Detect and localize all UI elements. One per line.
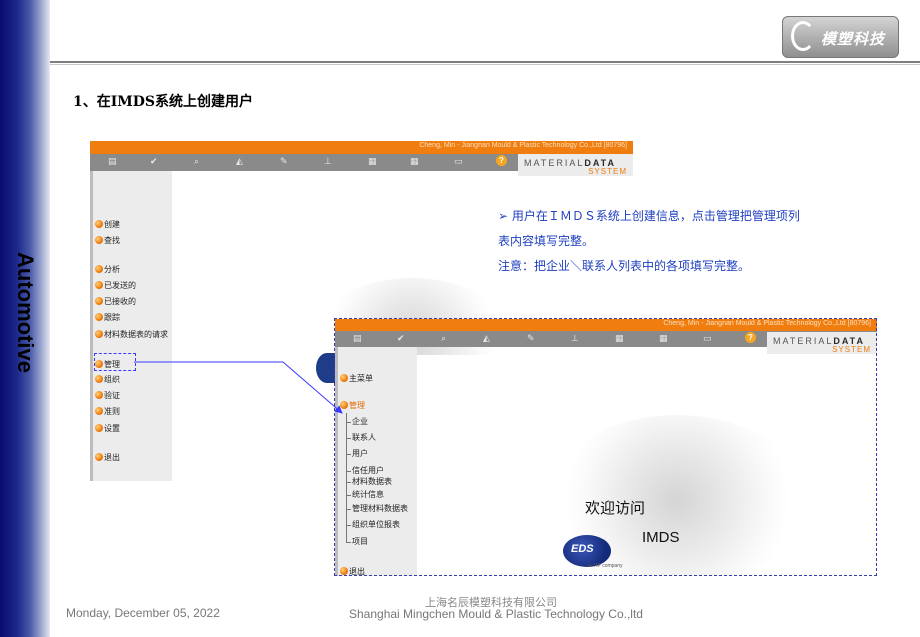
menu-item-rules[interactable]: 准则 — [95, 406, 120, 418]
brand-line2: SYSTEM — [588, 167, 627, 176]
copy-icon[interactable]: ▦ — [368, 156, 377, 168]
orange-bullet-icon — [95, 330, 103, 338]
orange-bullet-icon — [95, 375, 103, 383]
orange-bullet-icon — [95, 391, 103, 399]
logo-mark-icon — [791, 21, 815, 51]
orange-bullet-icon — [95, 407, 103, 415]
manage-highlight-box — [94, 353, 136, 371]
help-icon[interactable]: ? — [496, 155, 507, 166]
orange-bullet-icon — [95, 297, 103, 305]
note-line-1: ➢ 用户在ＩＭＤＳ系统上创建信息，点击管理把管理项列 — [498, 209, 800, 223]
menu-item-organize[interactable]: 组织 — [95, 374, 120, 386]
orange-bullet-icon — [95, 424, 103, 432]
search-icon[interactable]: ⌕ — [194, 156, 199, 168]
menu-item-settings[interactable]: 设置 — [95, 423, 120, 435]
side-label-text: Automotive — [13, 252, 38, 373]
user-info: Cheng, Min - Jiangnan Mould & Plastic Te… — [419, 142, 627, 149]
print-icon[interactable]: ▭ — [454, 156, 463, 168]
menu-item-create[interactable]: 创建 — [95, 219, 120, 231]
menu-item-find[interactable]: 查找 — [95, 235, 120, 247]
orange-bullet-icon — [95, 313, 103, 321]
left-menu-pane: 创建 查找 分析 已发送的 已接收的 跟踪 材料数据表的请求 管理 组织 验证 … — [90, 171, 172, 481]
edit-icon[interactable]: ✎ — [280, 156, 288, 168]
orange-bullet-icon — [95, 265, 103, 273]
orange-bullet-icon — [95, 281, 103, 289]
menu-item-mds-request[interactable]: 材料数据表的请求 — [95, 329, 168, 341]
header-divider — [50, 61, 920, 63]
home-icon[interactable]: ▤ — [108, 156, 117, 168]
orange-bullet-icon — [95, 220, 103, 228]
orange-bullet-icon — [95, 236, 103, 244]
slide-title: 1、在IMDS系统上创建用户 — [73, 94, 254, 110]
company-logo: 模塑科技 — [782, 16, 899, 58]
check-icon[interactable]: ✔ — [150, 156, 158, 168]
menu-item-received[interactable]: 已接收的 — [95, 296, 136, 308]
lab-icon[interactable]: ⊥ — [324, 156, 332, 168]
window-title-bar: Cheng, Min - Jiangnan Mould & Plastic Te… — [90, 141, 633, 154]
footer-company-en: Shanghai Mingchen Mould & Plastic Techno… — [349, 607, 643, 621]
menu-item-track[interactable]: 跟踪 — [95, 312, 120, 324]
menu-item-analyze[interactable]: 分析 — [95, 264, 120, 276]
menu-item-sent[interactable]: 已发送的 — [95, 280, 136, 292]
orange-bullet-icon — [95, 453, 103, 461]
note-line-2: 表内容填写完整。 — [498, 234, 595, 248]
side-label: Automotive — [0, 252, 50, 392]
menu-item-exit[interactable]: 退出 — [95, 452, 120, 464]
logo-text: 模塑科技 — [821, 30, 886, 48]
header-divider-thin — [50, 64, 920, 65]
brand-box: MATERIALDATA SYSTEM — [518, 154, 633, 176]
menu-item-verify[interactable]: 验证 — [95, 390, 120, 402]
highlight-frame — [334, 318, 877, 576]
paste-icon[interactable]: ▦ — [410, 156, 419, 168]
instruction-note: ➢ 用户在ＩＭＤＳ系统上创建信息，点击管理把管理项列 表内容填写完整。 注意：把… — [498, 204, 868, 279]
footer-date: Monday, December 05, 2022 — [66, 606, 220, 620]
analyze-icon[interactable]: ◭ — [236, 156, 243, 168]
note-line-3: 注意：把企业＼联系人列表中的各项填写完整。 — [498, 259, 751, 273]
